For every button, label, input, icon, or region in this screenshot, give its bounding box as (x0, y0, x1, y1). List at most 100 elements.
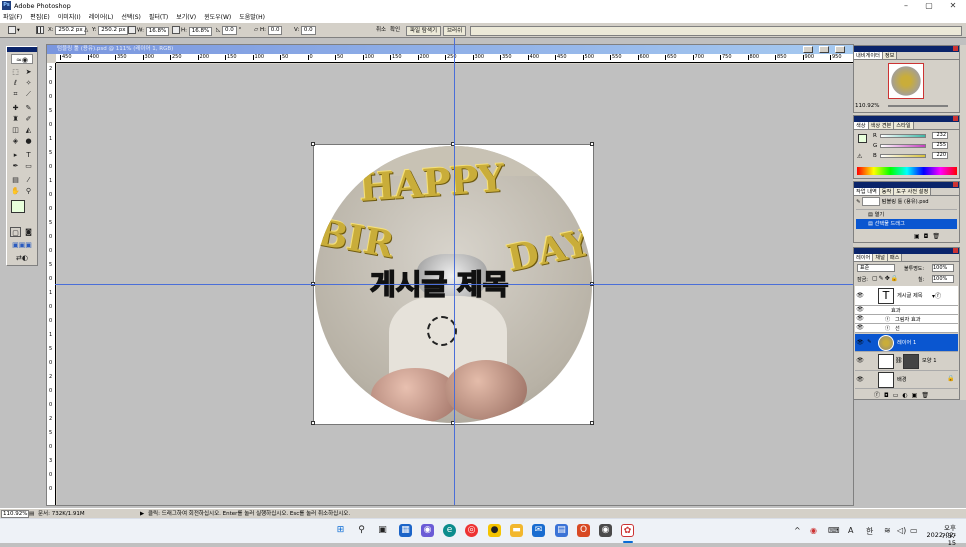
layers-footer-icons[interactable]: ⓕ◘▭◐▣🗑 (874, 390, 933, 399)
layer-row-background[interactable]: 👁 배경 🔒 (855, 371, 958, 389)
lasso-tool-icon[interactable]: ℓ (10, 78, 21, 88)
width-field[interactable]: 16.8% (145, 26, 170, 36)
tool-preset-picker[interactable]: ▾ (8, 26, 20, 35)
tab-layers[interactable]: 레이어 (854, 254, 874, 261)
tab-swatches[interactable]: 색상 견본 (868, 122, 895, 129)
history-item-open[interactable]: ▤ 열기 (856, 209, 957, 219)
reference-point-icon[interactable] (36, 26, 45, 35)
volume-icon[interactable]: ◁) (897, 526, 906, 535)
foreground-color-swatch[interactable] (11, 200, 25, 213)
close-button[interactable]: ✕ (942, 0, 964, 11)
search-icon[interactable]: ⚲ (355, 524, 368, 537)
start-button-icon[interactable]: ⊞ (334, 524, 347, 537)
color-ramp[interactable] (857, 167, 957, 175)
chat-icon[interactable]: ◉ (421, 524, 434, 537)
minimize-button[interactable]: – (895, 0, 917, 11)
menu-window[interactable]: 윈도우(W) (204, 12, 231, 21)
tab-info[interactable]: 정보 (882, 52, 898, 59)
tray-chevron-icon[interactable]: ^ (794, 526, 801, 535)
history-brush-icon[interactable]: ✐ (23, 114, 34, 124)
widgets-icon[interactable]: ▦ (399, 524, 412, 537)
doc-minimize-button[interactable] (803, 46, 813, 53)
menu-filter[interactable]: 필터(T) (149, 12, 168, 21)
ime-mode-indicator[interactable]: A (848, 526, 853, 535)
relative-position-icon[interactable]: △ (84, 26, 88, 35)
x-position-field[interactable]: 250.2 px (55, 26, 86, 35)
navigator-thumbnail[interactable] (888, 63, 924, 99)
tab-actions[interactable]: 동작 (879, 188, 895, 195)
layer-row-shape[interactable]: 👁 ⛓ 모양 1 (855, 352, 958, 371)
title-overlay-text[interactable]: 게시글 제목 (369, 263, 509, 303)
opacity-field[interactable]: 100% (932, 264, 954, 272)
doc-close-button[interactable] (835, 46, 845, 53)
layer-effects-icon[interactable]: ▾ⓕ (932, 291, 941, 300)
history-snapshot[interactable]: ✎ 텀블링 툴 (용유).psd (856, 197, 957, 207)
pen-tool-icon[interactable]: ✒ (10, 161, 21, 171)
tab-channels[interactable]: 채널 (873, 254, 888, 261)
visibility-eye-icon[interactable]: 👁 (856, 306, 864, 314)
history-item-drag[interactable]: ▤ 선택물 드래그 (856, 219, 957, 229)
tab-history[interactable]: 작업 내역 (854, 188, 880, 195)
hand-tool-icon[interactable]: ✋ (10, 186, 21, 196)
v-skew-field[interactable]: 0.0 (300, 26, 316, 35)
shape-tool-icon[interactable]: ▭ (23, 161, 34, 171)
transform-handle[interactable] (590, 142, 594, 146)
history-close-icon[interactable] (953, 182, 958, 187)
quick-mask-icon[interactable]: ◙ (23, 227, 34, 237)
eyedropper-icon[interactable]: ⁄ (23, 175, 34, 185)
brush-tool-icon[interactable]: ✎ (23, 103, 34, 113)
menu-edit[interactable]: 편집(E) (30, 12, 50, 21)
layer-row-stroke[interactable]: 👁 ⓕ 선 (855, 324, 958, 333)
r-slider[interactable] (880, 134, 926, 138)
layer-row-text[interactable]: 👁 T 게시글 제목 ▾ⓕ (855, 286, 958, 306)
screen-mode-icons[interactable]: ▣▣▣ (10, 240, 34, 250)
clone-stamp-icon[interactable]: ♜ (10, 114, 21, 124)
tab-styles[interactable]: 스타일 (894, 122, 914, 129)
standard-mode-icon[interactable]: ▢ (10, 227, 21, 237)
menu-select[interactable]: 선택(S) (121, 12, 141, 21)
tab-tool-presets[interactable]: 도구 사전 설정 (894, 188, 932, 195)
clock-date[interactable]: 2022-02-15 (920, 531, 956, 547)
angle-field[interactable]: 0.0 (221, 26, 237, 35)
history-footer-icons[interactable]: ▣◘🗑 (914, 233, 944, 240)
feather-logo-icon[interactable]: ≈◉ (11, 54, 33, 64)
y-position-field[interactable]: 250.2 px (98, 26, 129, 35)
slice-tool-icon[interactable]: ⟋ (23, 89, 34, 99)
camera-app-icon[interactable]: ◉ (599, 524, 612, 537)
transform-handle[interactable] (311, 421, 315, 425)
paint-bucket-icon[interactable]: ◭ (23, 125, 34, 135)
office-icon[interactable]: O (577, 524, 590, 537)
notes-tool-icon[interactable]: ▤ (10, 175, 21, 185)
g-slider[interactable] (880, 144, 926, 148)
menu-layer[interactable]: 레이어(L) (89, 12, 114, 21)
color-fg-swatch[interactable] (858, 134, 867, 143)
visibility-eye-icon[interactable]: 👁 (856, 292, 864, 300)
transform-handle[interactable] (311, 142, 315, 146)
blur-tool-icon[interactable]: ◈ (10, 136, 21, 146)
r-value[interactable]: 232 (932, 132, 948, 139)
gamut-warning-icon[interactable]: ⚠ (857, 153, 862, 160)
store-icon[interactable]: ▤ (555, 524, 568, 537)
visibility-eye-icon[interactable]: 👁 (856, 324, 864, 332)
keyboard-icon[interactable]: ⌨ (828, 526, 840, 535)
h-skew-field[interactable]: 0.0 (267, 26, 283, 35)
chrome-icon[interactable]: ◎ (465, 524, 478, 537)
color-close-icon[interactable] (953, 116, 958, 121)
tab-color[interactable]: 색상 (854, 122, 869, 129)
wifi-icon[interactable]: ≋ (884, 526, 891, 535)
layer-row-layer1[interactable]: 👁 ✎ 레이어 1 (855, 334, 958, 352)
jump-to-imageready-icon[interactable]: ⇄◐ (10, 253, 34, 263)
vertical-guide[interactable] (454, 38, 455, 505)
navigator-zoom-slider[interactable] (888, 105, 948, 107)
height-field[interactable]: 16.8% (188, 26, 213, 36)
lock-icons[interactable]: ▢✎✥🔒 (872, 275, 899, 282)
maximize-button[interactable]: ▢ (918, 0, 940, 11)
cancel-transform-button[interactable]: 취소 (376, 26, 386, 35)
mail-icon[interactable]: ✉ (532, 524, 545, 537)
commit-transform-button[interactable]: 확인 (390, 26, 400, 35)
path-select-icon[interactable]: ▸ (10, 150, 21, 160)
menu-file[interactable]: 파일(F) (3, 12, 22, 21)
doc-maximize-button[interactable] (819, 46, 829, 53)
brushes-tab[interactable]: 브러쉬 (443, 26, 467, 36)
tab-paths[interactable]: 패스 (887, 254, 903, 261)
